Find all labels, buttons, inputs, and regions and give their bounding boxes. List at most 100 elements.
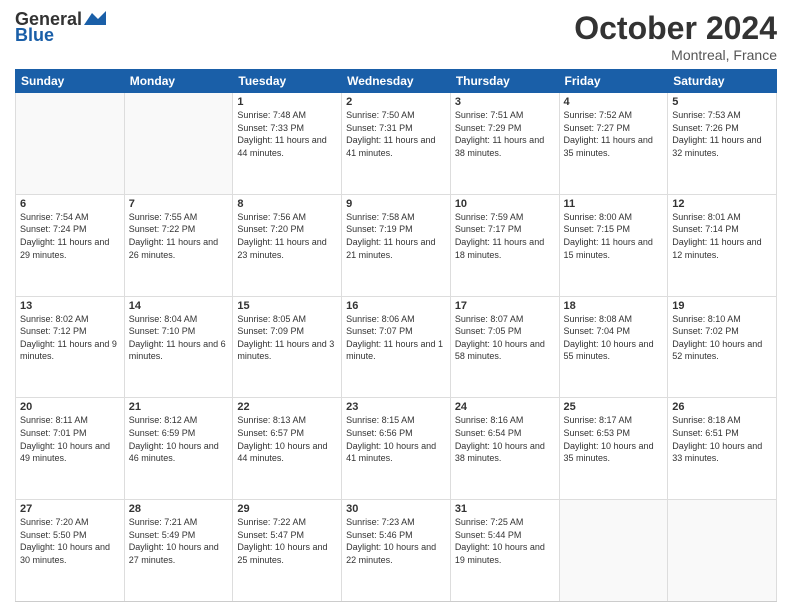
day-header-tuesday: Tuesday [233, 70, 342, 93]
day-number: 6 [20, 198, 120, 210]
day-info: Sunrise: 8:00 AM Sunset: 7:15 PM Dayligh… [564, 211, 664, 261]
day-info: Sunrise: 8:17 AM Sunset: 6:53 PM Dayligh… [564, 414, 664, 464]
calendar-cell: 20Sunrise: 8:11 AM Sunset: 7:01 PM Dayli… [16, 398, 125, 500]
day-number: 11 [564, 198, 664, 210]
day-number: 24 [455, 401, 555, 413]
day-number: 5 [672, 96, 772, 108]
day-number: 10 [455, 198, 555, 210]
day-number: 4 [564, 96, 664, 108]
calendar-cell: 5Sunrise: 7:53 AM Sunset: 7:26 PM Daylig… [668, 93, 777, 195]
day-info: Sunrise: 8:01 AM Sunset: 7:14 PM Dayligh… [672, 211, 772, 261]
day-number: 26 [672, 401, 772, 413]
calendar-week-3: 13Sunrise: 8:02 AM Sunset: 7:12 PM Dayli… [16, 296, 777, 398]
calendar-cell: 22Sunrise: 8:13 AM Sunset: 6:57 PM Dayli… [233, 398, 342, 500]
calendar-cell: 29Sunrise: 7:22 AM Sunset: 5:47 PM Dayli… [233, 500, 342, 602]
day-number: 30 [346, 503, 446, 515]
calendar-week-2: 6Sunrise: 7:54 AM Sunset: 7:24 PM Daylig… [16, 194, 777, 296]
calendar-cell [668, 500, 777, 602]
day-number: 16 [346, 300, 446, 312]
day-info: Sunrise: 7:22 AM Sunset: 5:47 PM Dayligh… [237, 516, 337, 566]
calendar-cell: 14Sunrise: 8:04 AM Sunset: 7:10 PM Dayli… [124, 296, 233, 398]
day-info: Sunrise: 7:51 AM Sunset: 7:29 PM Dayligh… [455, 109, 555, 159]
day-number: 28 [129, 503, 229, 515]
day-info: Sunrise: 8:15 AM Sunset: 6:56 PM Dayligh… [346, 414, 446, 464]
calendar-cell: 16Sunrise: 8:06 AM Sunset: 7:07 PM Dayli… [342, 296, 451, 398]
page: General Blue October 2024 Montreal, Fran… [0, 0, 792, 612]
day-number: 20 [20, 401, 120, 413]
calendar-cell: 12Sunrise: 8:01 AM Sunset: 7:14 PM Dayli… [668, 194, 777, 296]
calendar-cell: 19Sunrise: 8:10 AM Sunset: 7:02 PM Dayli… [668, 296, 777, 398]
day-info: Sunrise: 7:58 AM Sunset: 7:19 PM Dayligh… [346, 211, 446, 261]
day-number: 3 [455, 96, 555, 108]
day-number: 8 [237, 198, 337, 210]
day-number: 9 [346, 198, 446, 210]
day-info: Sunrise: 8:05 AM Sunset: 7:09 PM Dayligh… [237, 313, 337, 363]
day-number: 17 [455, 300, 555, 312]
calendar-cell: 21Sunrise: 8:12 AM Sunset: 6:59 PM Dayli… [124, 398, 233, 500]
day-number: 13 [20, 300, 120, 312]
calendar-cell: 8Sunrise: 7:56 AM Sunset: 7:20 PM Daylig… [233, 194, 342, 296]
day-info: Sunrise: 7:23 AM Sunset: 5:46 PM Dayligh… [346, 516, 446, 566]
calendar-cell [124, 93, 233, 195]
day-number: 23 [346, 401, 446, 413]
calendar-cell: 31Sunrise: 7:25 AM Sunset: 5:44 PM Dayli… [450, 500, 559, 602]
day-number: 22 [237, 401, 337, 413]
day-info: Sunrise: 7:21 AM Sunset: 5:49 PM Dayligh… [129, 516, 229, 566]
day-info: Sunrise: 7:59 AM Sunset: 7:17 PM Dayligh… [455, 211, 555, 261]
day-number: 21 [129, 401, 229, 413]
title-block: October 2024 Montreal, France [574, 10, 777, 63]
day-info: Sunrise: 7:52 AM Sunset: 7:27 PM Dayligh… [564, 109, 664, 159]
logo: General Blue [15, 10, 106, 46]
calendar-cell: 6Sunrise: 7:54 AM Sunset: 7:24 PM Daylig… [16, 194, 125, 296]
day-number: 7 [129, 198, 229, 210]
calendar-cell [559, 500, 668, 602]
calendar-cell: 17Sunrise: 8:07 AM Sunset: 7:05 PM Dayli… [450, 296, 559, 398]
calendar-cell: 13Sunrise: 8:02 AM Sunset: 7:12 PM Dayli… [16, 296, 125, 398]
calendar-cell: 9Sunrise: 7:58 AM Sunset: 7:19 PM Daylig… [342, 194, 451, 296]
day-number: 1 [237, 96, 337, 108]
calendar-cell: 3Sunrise: 7:51 AM Sunset: 7:29 PM Daylig… [450, 93, 559, 195]
day-number: 31 [455, 503, 555, 515]
calendar-week-1: 1Sunrise: 7:48 AM Sunset: 7:33 PM Daylig… [16, 93, 777, 195]
day-number: 29 [237, 503, 337, 515]
day-info: Sunrise: 8:11 AM Sunset: 7:01 PM Dayligh… [20, 414, 120, 464]
day-info: Sunrise: 8:02 AM Sunset: 7:12 PM Dayligh… [20, 313, 120, 363]
calendar-cell: 11Sunrise: 8:00 AM Sunset: 7:15 PM Dayli… [559, 194, 668, 296]
day-header-friday: Friday [559, 70, 668, 93]
calendar-week-4: 20Sunrise: 8:11 AM Sunset: 7:01 PM Dayli… [16, 398, 777, 500]
day-info: Sunrise: 8:04 AM Sunset: 7:10 PM Dayligh… [129, 313, 229, 363]
calendar-cell: 27Sunrise: 7:20 AM Sunset: 5:50 PM Dayli… [16, 500, 125, 602]
calendar-week-5: 27Sunrise: 7:20 AM Sunset: 5:50 PM Dayli… [16, 500, 777, 602]
day-number: 18 [564, 300, 664, 312]
day-header-saturday: Saturday [668, 70, 777, 93]
logo-icon [84, 11, 106, 27]
day-header-thursday: Thursday [450, 70, 559, 93]
calendar-cell: 18Sunrise: 8:08 AM Sunset: 7:04 PM Dayli… [559, 296, 668, 398]
day-header-monday: Monday [124, 70, 233, 93]
day-number: 2 [346, 96, 446, 108]
day-info: Sunrise: 7:53 AM Sunset: 7:26 PM Dayligh… [672, 109, 772, 159]
day-number: 19 [672, 300, 772, 312]
day-header-wednesday: Wednesday [342, 70, 451, 93]
calendar-cell: 25Sunrise: 8:17 AM Sunset: 6:53 PM Dayli… [559, 398, 668, 500]
month-title: October 2024 [574, 10, 777, 47]
calendar-cell: 7Sunrise: 7:55 AM Sunset: 7:22 PM Daylig… [124, 194, 233, 296]
day-number: 25 [564, 401, 664, 413]
day-info: Sunrise: 8:13 AM Sunset: 6:57 PM Dayligh… [237, 414, 337, 464]
calendar-cell: 15Sunrise: 8:05 AM Sunset: 7:09 PM Dayli… [233, 296, 342, 398]
calendar-cell: 2Sunrise: 7:50 AM Sunset: 7:31 PM Daylig… [342, 93, 451, 195]
day-number: 12 [672, 198, 772, 210]
day-info: Sunrise: 7:50 AM Sunset: 7:31 PM Dayligh… [346, 109, 446, 159]
calendar-cell: 26Sunrise: 8:18 AM Sunset: 6:51 PM Dayli… [668, 398, 777, 500]
calendar-cell: 4Sunrise: 7:52 AM Sunset: 7:27 PM Daylig… [559, 93, 668, 195]
day-info: Sunrise: 8:18 AM Sunset: 6:51 PM Dayligh… [672, 414, 772, 464]
day-header-sunday: Sunday [16, 70, 125, 93]
day-info: Sunrise: 7:20 AM Sunset: 5:50 PM Dayligh… [20, 516, 120, 566]
day-info: Sunrise: 8:10 AM Sunset: 7:02 PM Dayligh… [672, 313, 772, 363]
calendar-cell: 24Sunrise: 8:16 AM Sunset: 6:54 PM Dayli… [450, 398, 559, 500]
day-number: 15 [237, 300, 337, 312]
calendar-cell: 23Sunrise: 8:15 AM Sunset: 6:56 PM Dayli… [342, 398, 451, 500]
calendar-cell: 30Sunrise: 7:23 AM Sunset: 5:46 PM Dayli… [342, 500, 451, 602]
calendar-cell [16, 93, 125, 195]
day-info: Sunrise: 7:56 AM Sunset: 7:20 PM Dayligh… [237, 211, 337, 261]
